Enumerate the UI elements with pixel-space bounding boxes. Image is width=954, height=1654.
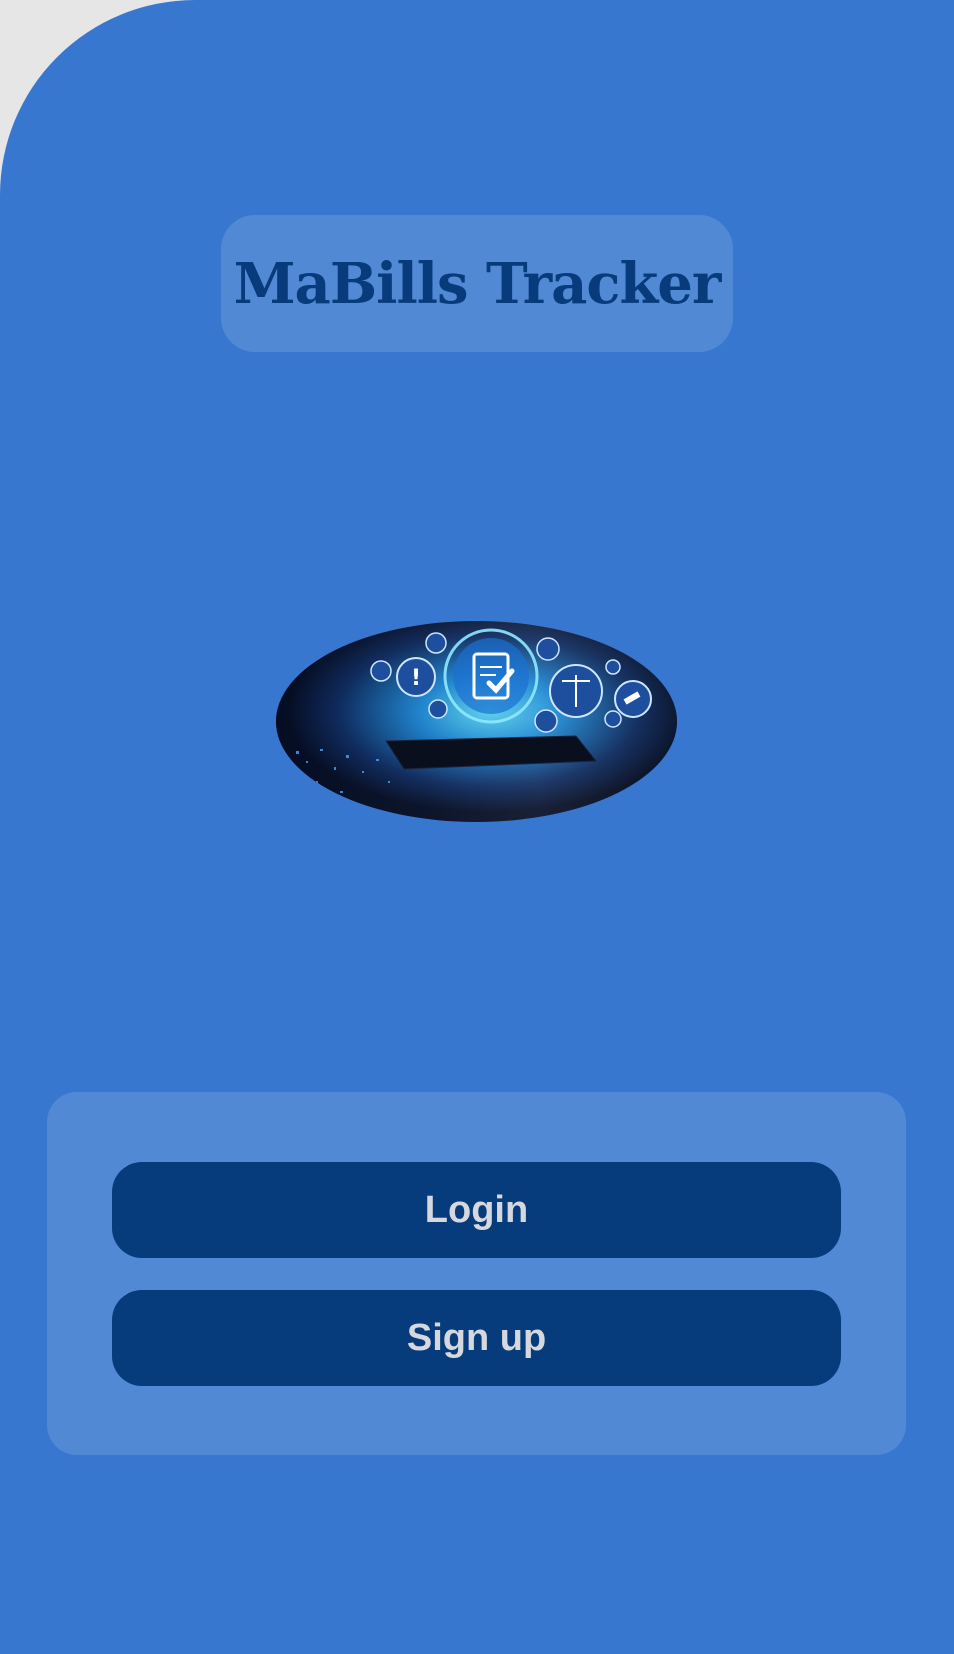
title-card: MaBills Tracker: [221, 215, 733, 352]
auth-actions-panel: Login Sign up: [47, 1092, 906, 1455]
svg-text:!: !: [411, 666, 421, 691]
compliance-checklist-illustration-icon: !: [276, 621, 677, 822]
login-button[interactable]: Login: [112, 1162, 841, 1258]
signup-button[interactable]: Sign up: [112, 1290, 841, 1386]
app-title: MaBills Tracker: [233, 250, 722, 317]
hero-image: !: [276, 621, 677, 822]
welcome-screen: MaBills Tracker ! Login Sign up: [0, 0, 954, 1654]
